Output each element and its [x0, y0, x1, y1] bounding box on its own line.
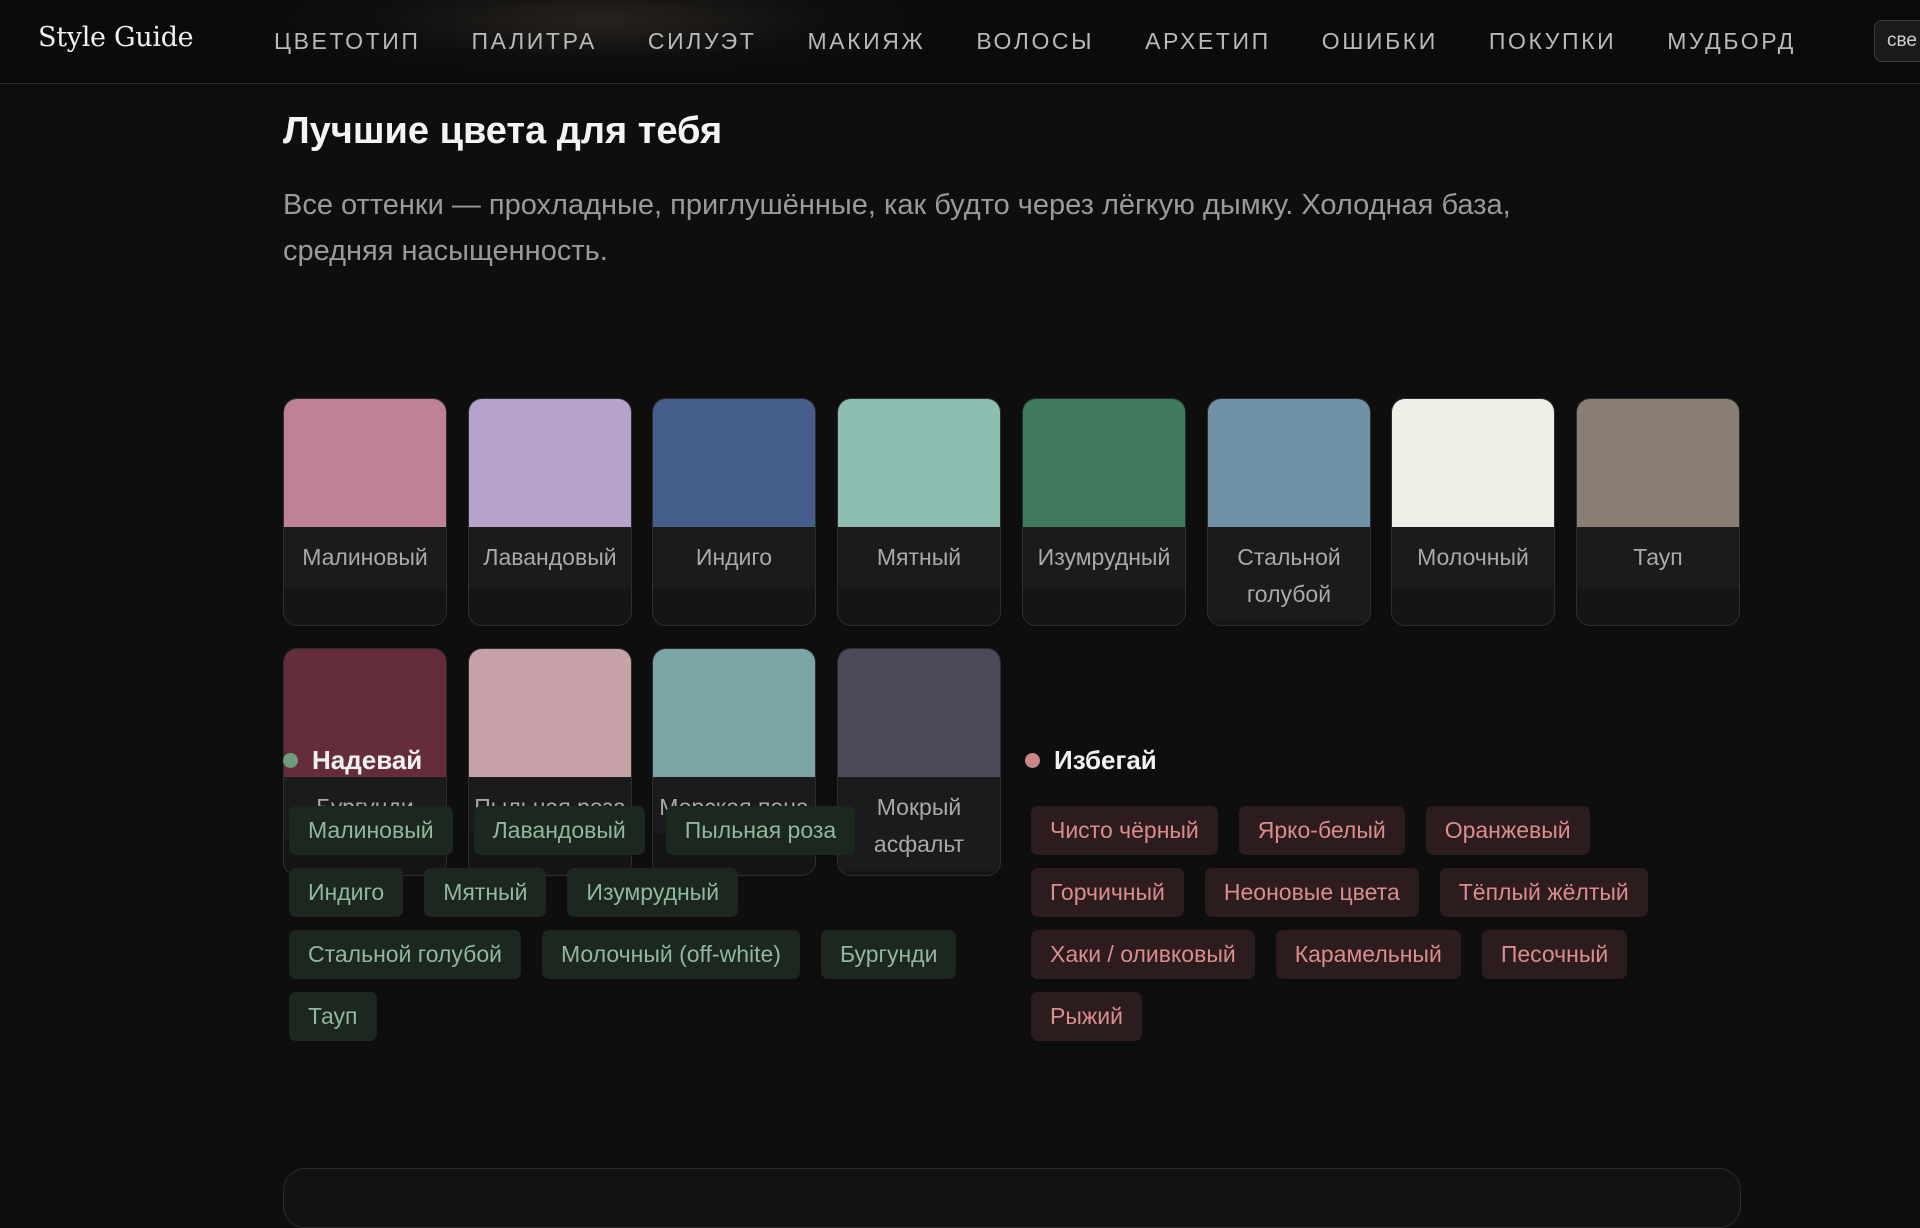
avoid-tag: Тёплый жёлтый [1439, 868, 1648, 917]
swatch-card: Тауп [1576, 398, 1740, 626]
swatch-card: Изумрудный [1022, 398, 1186, 626]
swatch-color [469, 399, 631, 527]
nav-item-mudbord[interactable]: МУДБОРД [1667, 28, 1796, 55]
swatch-color [653, 399, 815, 527]
swatch-label: Малиновый [284, 527, 446, 589]
swatch-color [1023, 399, 1185, 527]
swatch-card: Индиго [652, 398, 816, 626]
swatch-card: Мятный [837, 398, 1001, 626]
avoid-tag: Хаки / оливковый [1031, 930, 1255, 979]
nav-item-makiyazh[interactable]: МАКИЯЖ [807, 28, 925, 55]
next-section-card [283, 1168, 1741, 1228]
section-title: Лучшие цвета для тебя [283, 110, 723, 152]
swatch-card: Лавандовый [468, 398, 632, 626]
swatch-color [284, 399, 446, 527]
swatch-label: Индиго [653, 527, 815, 589]
swatch-card: Стальной голубой [1207, 398, 1371, 626]
wear-tags: Малиновый Лавандовый Пыльная роза Индиго… [289, 806, 1003, 1054]
swatch-color [1577, 399, 1739, 527]
wear-tag: Индиго [289, 868, 404, 917]
nav-item-pokupki[interactable]: ПОКУПКИ [1489, 28, 1616, 55]
wear-tag: Малиновый [289, 806, 453, 855]
wear-tag: Пыльная роза [665, 806, 856, 855]
swatch-color [1208, 399, 1370, 527]
swatch-label: Тауп [1577, 527, 1739, 589]
wear-tag: Стальной голубой [289, 930, 521, 979]
avoid-tag: Оранжевый [1425, 806, 1590, 855]
avoid-dot-icon [1025, 753, 1040, 768]
wear-tag: Тауп [289, 992, 377, 1041]
avoid-title: Избегай [1054, 745, 1157, 775]
top-nav-bar: Style Guide ЦВЕТОТИП ПАЛИТРА СИЛУЭТ МАКИ… [0, 0, 1920, 84]
section-description: Все оттенки — прохладные, приглушённые, … [283, 189, 1511, 267]
wear-dot-icon [283, 753, 298, 768]
swatch-label: Молочный [1392, 527, 1554, 589]
wear-tag: Лавандовый [473, 806, 645, 855]
main-nav: ЦВЕТОТИП ПАЛИТРА СИЛУЭТ МАКИЯЖ ВОЛОСЫ АР… [274, 28, 1847, 55]
avoid-heading: Избегай [1025, 745, 1725, 776]
wear-tag: Изумрудный [567, 868, 739, 917]
nav-item-volosy[interactable]: ВОЛОСЫ [976, 28, 1094, 55]
nav-item-arkhetip[interactable]: АРХЕТИП [1145, 28, 1271, 55]
swatch-label: Изумрудный [1023, 527, 1185, 589]
wear-heading: Надевай [283, 745, 1003, 776]
avoid-tag: Ярко-белый [1238, 806, 1405, 855]
avoid-tag: Карамельный [1275, 930, 1461, 979]
avoid-tag: Песочный [1481, 930, 1628, 979]
nav-item-tsvetotip[interactable]: ЦВЕТОТИП [274, 28, 421, 55]
avoid-tag: Горчичный [1031, 868, 1184, 917]
nav-item-oshibki[interactable]: ОШИБКИ [1322, 28, 1438, 55]
avoid-list: Избегай Чисто чёрный Ярко-белый Оранжевы… [1025, 745, 1725, 1054]
wear-list: Надевай Малиновый Лавандовый Пыльная роз… [283, 745, 1003, 1054]
swatch-label: Лавандовый [469, 527, 631, 589]
nav-item-siluet[interactable]: СИЛУЭТ [648, 28, 757, 55]
wear-tag: Бургунди [820, 930, 957, 979]
swatch-label: Стальной голубой [1208, 527, 1370, 621]
avoid-tags: Чисто чёрный Ярко-белый Оранжевый Горчич… [1031, 806, 1725, 1054]
nav-item-palitra[interactable]: ПАЛИТРА [472, 28, 597, 55]
theme-toggle-button[interactable]: све [1874, 20, 1920, 62]
swatch-label: Мятный [838, 527, 1000, 589]
swatch-card: Молочный [1391, 398, 1555, 626]
avoid-tag: Неоновые цвета [1204, 868, 1419, 917]
wear-tag: Молочный (off-white) [541, 930, 800, 979]
wear-title: Надевай [312, 745, 423, 775]
avoid-tag: Рыжий [1031, 992, 1142, 1041]
swatch-color [838, 399, 1000, 527]
brand-logo[interactable]: Style Guide [38, 22, 194, 53]
avoid-tag: Чисто чёрный [1031, 806, 1218, 855]
wear-tag: Мятный [424, 868, 547, 917]
swatch-color [1392, 399, 1554, 527]
swatch-card: Малиновый [283, 398, 447, 626]
